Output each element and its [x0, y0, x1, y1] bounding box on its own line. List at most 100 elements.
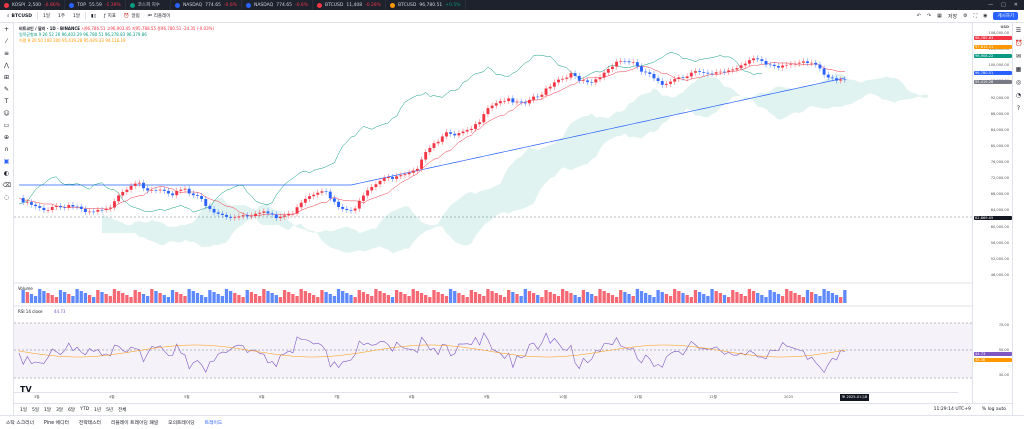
scale-modes[interactable]: % log auto — [982, 407, 1012, 412]
layout-icon[interactable]: ▦ — [937, 13, 942, 19]
candle-body — [623, 61, 627, 62]
interval-1w[interactable]: 1주 — [55, 11, 68, 22]
range-1y[interactable]: 1년 — [94, 407, 101, 413]
minimize-icon[interactable]: — — [988, 2, 993, 8]
range-6m[interactable]: 6달 — [68, 407, 75, 413]
range-5d[interactable]: 5일 — [32, 407, 39, 413]
eye-icon[interactable]: ◐ — [3, 170, 11, 178]
legend-title[interactable]: 비트코인 / 달러 · 1D · BINANCE — [19, 26, 80, 31]
publish-button[interactable]: 게시하기 — [993, 12, 1018, 20]
time-axis[interactable]: 토 2025-01-18 3월 4월 5월 6월 7월 8월 9월 10월 11월 12월 2025… — [14, 392, 958, 402]
candle-body — [752, 58, 756, 61]
help-icon[interactable]: ? — [1015, 105, 1022, 112]
lock-icon[interactable]: ▣ — [3, 158, 11, 166]
calendar-icon[interactable]: ▦ — [1015, 66, 1022, 73]
volume-bar — [224, 289, 229, 303]
volume-bar — [685, 295, 689, 303]
volume-bar — [689, 297, 693, 303]
trendline-icon[interactable]: ⁄ — [3, 38, 11, 46]
symbol-search[interactable]: ⌕ BTCUSD — [4, 11, 35, 22]
range-1d[interactable]: 1일 — [20, 407, 27, 413]
candle-type-button[interactable]: ▮▯ — [88, 11, 99, 22]
currency-label[interactable]: USD — [1001, 25, 1010, 29]
candle-body — [220, 213, 224, 215]
projection-icon[interactable]: ⊞ — [3, 74, 11, 82]
price-axis[interactable]: USD 108,000.00104,000.00100,000.0096,000… — [972, 23, 1012, 403]
candle-body — [465, 129, 469, 132]
hide-icon[interactable]: ◌ — [3, 194, 11, 202]
gear-icon[interactable]: ⚙ — [963, 13, 967, 19]
volume-bar — [785, 289, 789, 303]
interval-1m[interactable]: 1달 — [70, 11, 83, 22]
chat-icon[interactable]: ✉ — [1015, 53, 1022, 60]
indicators-button[interactable]: ƒ 지표 — [101, 11, 119, 22]
time-tick-label: 4월 — [109, 395, 115, 399]
browser-tab[interactable]: TOP 55.59 -1.39% — [65, 0, 126, 10]
text-icon[interactable]: T — [3, 98, 11, 106]
ideas-icon[interactable]: ◎ — [1015, 79, 1022, 86]
trash-icon[interactable]: ⌫ — [3, 182, 11, 190]
fullscreen-icon[interactable]: ⛶ — [974, 13, 978, 19]
browser-tab[interactable]: BTCUSD 96,780.51 +0.5% — [386, 0, 466, 10]
magnet-icon[interactable]: ∩ — [3, 146, 11, 154]
browser-tab[interactable]: BTCUSD 11,408 -0.28% — [313, 0, 387, 10]
fib-icon[interactable]: ≡ — [3, 50, 11, 58]
tab-trade[interactable]: 트레이드 — [205, 419, 223, 426]
chart-legend: 비트코인 / 달러 · 1D · BINANCE 시96,786.51 고96,… — [19, 26, 214, 44]
close-icon[interactable]: ✕ — [1014, 2, 1018, 8]
maximize-icon[interactable]: □ — [1001, 2, 1006, 8]
candle-body — [801, 61, 805, 63]
tab-replay-panel[interactable]: 리플레이 트레이딩 패널 — [111, 419, 158, 426]
chart-area[interactable]: RSI 14 close 44.73 Volume 비트코인 / 달러 · 1D ·… — [14, 23, 1012, 403]
browser-tab[interactable]: NASDAQ 774.65 -0.6% — [242, 0, 314, 10]
price-tick-label: 64,000.00 — [990, 208, 1009, 213]
candle-body — [673, 79, 677, 82]
save-button[interactable]: 저장 — [948, 13, 957, 20]
range-3m[interactable]: 3달 — [56, 407, 63, 413]
zoom-icon[interactable]: ⊕ — [3, 134, 11, 142]
browser-tab[interactable]: KOSPI 2,500 -0.86% — [0, 0, 65, 10]
volume-bar — [108, 296, 112, 303]
tab-paper-trading[interactable]: 모의트레이딩 — [168, 419, 194, 426]
volume-bar — [92, 297, 96, 303]
volume-bar — [619, 290, 623, 303]
undo-icon[interactable]: ↶ — [917, 13, 921, 19]
volume-legend[interactable]: Volume — [18, 286, 33, 291]
browser-tab[interactable]: NASDAQ 774.65 -0.6% — [171, 0, 242, 10]
browser-tab[interactable]: 코스피 지수 — [126, 0, 171, 10]
volume-bar — [544, 290, 548, 303]
pattern-icon[interactable]: ⋀ — [3, 62, 11, 70]
rsi-legend[interactable]: RSI 14 close — [18, 309, 43, 314]
volume-bar — [71, 296, 75, 303]
legend-ma[interactable]: 이평 9 20 50 100 200 95,419.28 95,929.33 9… — [19, 38, 214, 44]
interval-1d[interactable]: 1일 — [40, 11, 53, 22]
volume-bar — [465, 297, 469, 303]
clock-label[interactable]: 11:29:14 UTC+9 — [934, 407, 977, 412]
emoji-icon[interactable]: ☺ — [3, 110, 11, 118]
range-1m[interactable]: 1달 — [44, 407, 51, 413]
candle-body — [137, 182, 141, 184]
range-all[interactable]: 전체 — [118, 407, 126, 413]
volume-bar — [249, 292, 254, 303]
crosshair-icon[interactable]: + — [3, 26, 11, 34]
alert-button[interactable]: ⏰ 알림 — [121, 11, 143, 22]
replay-button[interactable]: ⏮ 리플레이 — [145, 11, 174, 22]
ruler-icon[interactable]: ▭ — [3, 122, 11, 130]
range-5y[interactable]: 5년 — [106, 407, 113, 413]
brush-icon[interactable]: ✎ — [3, 86, 11, 94]
range-ytd[interactable]: YTD — [80, 407, 89, 412]
redo-icon[interactable]: ↷ — [927, 13, 931, 19]
tab-screener[interactable]: 스탁 스크리너 — [6, 419, 34, 426]
volume-bar — [540, 297, 544, 303]
candle-body — [590, 82, 594, 83]
tab-pine-editor[interactable]: Pine 에디터 — [44, 419, 69, 426]
camera-icon[interactable]: ◉ — [983, 13, 987, 19]
tab-strategy-tester[interactable]: 전략테스터 — [79, 419, 101, 426]
tab-change: -0.6% — [294, 2, 309, 8]
alerts-icon[interactable]: ⏰ — [1015, 40, 1022, 47]
symbol-label: BTCUSD — [11, 13, 32, 19]
watchlist-icon[interactable]: ☰ — [1015, 27, 1022, 34]
notification-icon[interactable]: ◔ — [1015, 92, 1022, 99]
price-tick-label: 100,000.00 — [988, 63, 1009, 68]
price-chart[interactable]: RSI 14 close 44.73 Volume — [14, 23, 972, 403]
